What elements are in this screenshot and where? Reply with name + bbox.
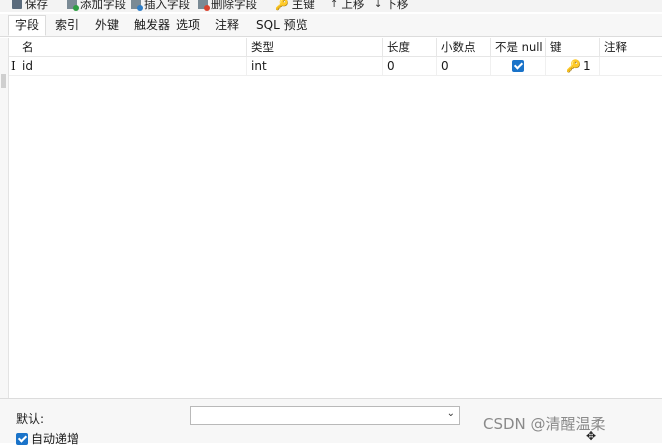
add-field-button[interactable]: 添加字段	[67, 0, 126, 12]
save-icon	[12, 0, 22, 9]
delete-field-icon	[198, 0, 210, 11]
save-label: 保存	[25, 0, 48, 11]
insert-field-label: 插入字段	[144, 0, 190, 11]
add-field-icon	[67, 0, 79, 11]
tab-foreign-keys[interactable]: 外键	[95, 16, 119, 35]
toolbar: 保存 添加字段 插入字段 删除字段 🔑 主键 ↑ 上移 ↓ 下移	[0, 0, 662, 12]
column-header-type[interactable]: 类型	[247, 38, 383, 56]
field-properties-panel: 默认: ⌄ 自动递增 CSDN @清醒温柔 ✥	[0, 398, 662, 446]
delete-field-button[interactable]: 删除字段	[198, 0, 257, 12]
column-header-key[interactable]: 键	[546, 38, 600, 56]
default-value-select[interactable]: ⌄	[190, 406, 460, 425]
cell-type[interactable]: int	[247, 57, 383, 75]
tab-sql-preview[interactable]: SQL 预览	[256, 16, 308, 35]
move-up-button[interactable]: ↑ 上移	[330, 0, 364, 12]
column-header-name[interactable]: 名	[18, 38, 247, 56]
key-icon: 🔑	[566, 59, 581, 73]
key-order: 1	[582, 59, 591, 73]
tab-fields[interactable]: 字段	[8, 15, 47, 36]
cell-comment[interactable]	[600, 57, 662, 75]
cell-key[interactable]: 🔑 1	[546, 57, 600, 75]
column-header-length[interactable]: 长度	[383, 38, 437, 56]
chevron-down-icon: ⌄	[446, 408, 455, 419]
tab-triggers[interactable]: 触发器	[134, 16, 170, 35]
arrow-down-icon: ↓	[374, 0, 383, 10]
move-down-button[interactable]: ↓ 下移	[374, 0, 408, 12]
column-header-not-null[interactable]: 不是 null	[491, 38, 546, 56]
primary-key-label: 主键	[291, 0, 315, 11]
add-field-label: 添加字段	[80, 0, 126, 11]
move-down-label: 下移	[385, 0, 409, 11]
tab-indexes[interactable]: 索引	[55, 16, 79, 35]
gutter-scroll-marker	[1, 74, 6, 88]
primary-key-button[interactable]: 🔑 主键	[275, 0, 315, 12]
move-up-label: 上移	[341, 0, 365, 11]
grid-header: 名 类型 长度 小数点 不是 null 键 注释	[9, 38, 662, 57]
default-label: 默认:	[16, 412, 45, 426]
save-button[interactable]: 保存	[12, 0, 48, 12]
insert-field-button[interactable]: 插入字段	[131, 0, 190, 12]
auto-increment-checkbox[interactable]	[16, 432, 28, 445]
column-header-decimals[interactable]: 小数点	[437, 38, 491, 56]
key-icon: 🔑	[275, 0, 289, 11]
table-row[interactable]: id int 0 0 🔑 1	[9, 57, 662, 76]
arrow-up-icon: ↑	[330, 0, 339, 10]
cell-length[interactable]: 0	[383, 57, 437, 75]
insert-field-icon	[131, 0, 143, 11]
column-header-comment[interactable]: 注释	[600, 38, 662, 56]
delete-field-label: 删除字段	[211, 0, 257, 11]
auto-increment-option[interactable]: 自动递增	[16, 430, 79, 447]
tab-options[interactable]: 选项	[176, 16, 200, 35]
cell-not-null[interactable]	[491, 57, 546, 75]
tab-comment[interactable]: 注释	[215, 16, 239, 35]
row-gutter	[0, 38, 8, 398]
text-cursor-icon: I	[11, 59, 16, 73]
fields-grid: 名 类型 长度 小数点 不是 null 键 注释 id int 0 0 🔑 1	[8, 38, 662, 398]
auto-increment-label: 自动递增	[31, 432, 80, 446]
cell-decimals[interactable]: 0	[437, 57, 491, 75]
cell-name[interactable]: id	[18, 57, 247, 75]
not-null-checkbox[interactable]	[512, 59, 524, 72]
tab-bar: 字段 索引 外键 触发器 选项 注释 SQL 预览	[0, 14, 662, 37]
move-cursor-icon: ✥	[586, 429, 597, 443]
